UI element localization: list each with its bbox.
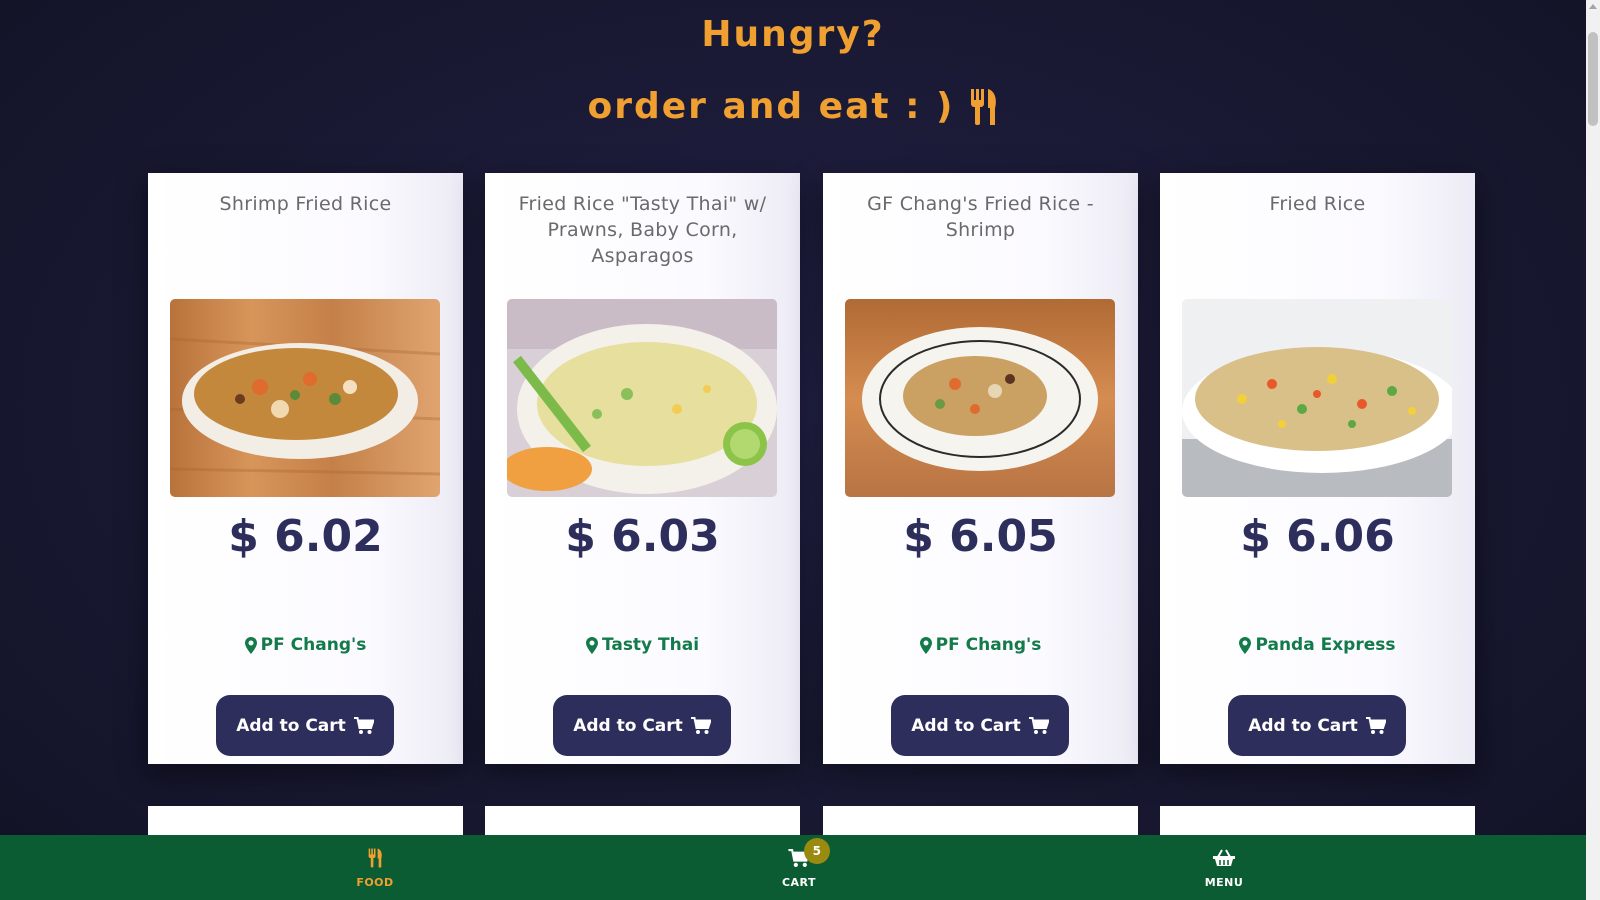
subtitle-text: order and eat : ) <box>587 86 955 127</box>
add-to-cart-button[interactable]: Add to Cart <box>216 695 394 756</box>
page-subtitle: order and eat : ) <box>0 86 1586 127</box>
product-name: GF Chang's Fried Rice - Shrimp <box>867 193 1094 241</box>
cart-icon <box>1365 716 1386 734</box>
location-name: PF Chang's <box>260 635 367 655</box>
product-card: GF Chang's Fried Rice - Shrimp $ 6.05 PF… <box>823 173 1138 764</box>
add-to-cart-button[interactable]: Add to Cart <box>891 695 1069 756</box>
product-image[interactable] <box>507 299 777 497</box>
product-card: Fried Rice $ 6.06 Panda Express Add to C… <box>1160 173 1475 764</box>
map-pin-icon <box>585 636 598 654</box>
button-label: Add to Cart <box>236 715 346 736</box>
add-to-cart-button[interactable]: Add to Cart <box>553 695 731 756</box>
map-pin-icon <box>919 636 932 654</box>
map-pin-icon <box>244 636 257 654</box>
location-name: Tasty Thai <box>601 635 700 655</box>
cart-count-badge: 5 <box>804 838 830 864</box>
basket-icon <box>1213 849 1235 866</box>
product-location[interactable]: PF Chang's <box>148 635 463 655</box>
product-location[interactable]: Tasty Thai <box>485 635 800 655</box>
map-pin-icon <box>1239 636 1252 654</box>
product-location[interactable]: PF Chang's <box>823 635 1138 655</box>
page-title: Hungry? <box>701 14 885 55</box>
product-image[interactable] <box>1182 299 1452 497</box>
button-label: Add to Cart <box>911 715 1021 736</box>
nav-cart[interactable]: 5 CART <box>739 835 859 900</box>
product-image[interactable] <box>845 299 1115 497</box>
nav-food-label: FOOD <box>356 876 394 889</box>
product-card: Shrimp Fried Rice $ 6.02 PF Chang's Add … <box>148 173 463 764</box>
cart-icon <box>690 716 711 734</box>
nav-menu-label: MENU <box>1204 876 1244 889</box>
location-name: PF Chang's <box>935 635 1042 655</box>
product-price: $ 6.05 <box>903 511 1058 562</box>
product-name: Fried Rice <box>1269 193 1366 215</box>
nav-cart-label: CART <box>781 876 817 889</box>
scroll-thumb[interactable] <box>1588 32 1598 126</box>
utensils-icon <box>970 88 996 125</box>
nav-food[interactable]: FOOD <box>315 835 435 900</box>
scroll-up-arrow-icon[interactable] <box>1589 4 1597 9</box>
page: Hungry? order and eat : ) Shrimp Fried R… <box>0 0 1586 900</box>
product-card: Fried Rice "Tasty Thai" w/ Prawns, Baby … <box>485 173 800 764</box>
product-location[interactable]: Panda Express <box>1160 635 1475 655</box>
cart-icon <box>1028 716 1049 734</box>
cart-icon <box>353 716 374 734</box>
button-label: Add to Cart <box>573 715 683 736</box>
product-name: Fried Rice "Tasty Thai" w/ Prawns, Baby … <box>518 193 767 267</box>
utensils-icon <box>368 848 382 868</box>
product-price: $ 6.02 <box>228 511 383 562</box>
product-image[interactable] <box>170 299 440 497</box>
product-name: Shrimp Fried Rice <box>219 193 392 215</box>
location-name: Panda Express <box>1255 635 1396 655</box>
add-to-cart-button[interactable]: Add to Cart <box>1228 695 1406 756</box>
vertical-scrollbar[interactable] <box>1586 0 1600 900</box>
button-label: Add to Cart <box>1248 715 1358 736</box>
product-price: $ 6.06 <box>1240 511 1395 562</box>
bottom-nav: FOOD 5 CART MENU <box>0 835 1586 900</box>
nav-menu[interactable]: MENU <box>1164 835 1284 900</box>
product-price: $ 6.03 <box>565 511 720 562</box>
